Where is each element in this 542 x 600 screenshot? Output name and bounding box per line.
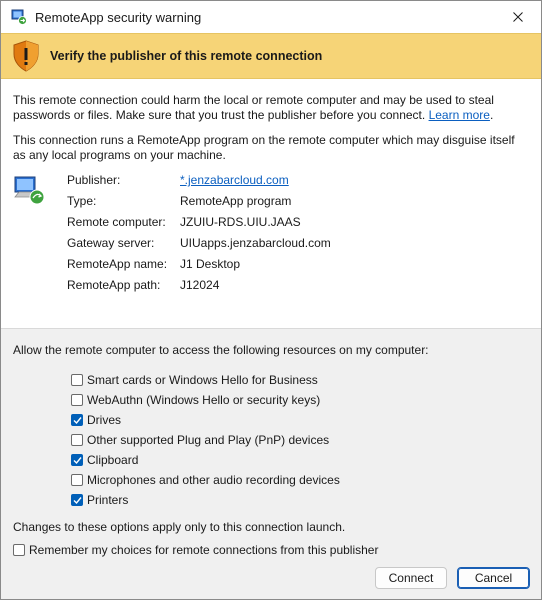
checkbox-label: Microphones and other audio recording de…: [87, 473, 340, 487]
checkmark-icon: [73, 496, 82, 504]
resource-checkbox-microphones[interactable]: Microphones and other audio recording de…: [71, 470, 529, 490]
publisher-link[interactable]: *.jenzabarcloud.com: [180, 173, 289, 189]
checkbox[interactable]: [71, 414, 83, 426]
detail-value: RemoteApp program: [180, 194, 292, 208]
checkmark-icon: [73, 416, 82, 424]
detail-value: J1 Desktop: [180, 257, 241, 271]
detail-row-app-name: RemoteApp name: J1 Desktop: [67, 257, 240, 273]
warning-shield-icon: [13, 40, 39, 72]
window-title: RemoteApp security warning: [35, 9, 202, 25]
remote-computer-icon: [14, 176, 45, 205]
checkbox[interactable]: [71, 474, 83, 486]
remoteapp-note: This connection runs a RemoteApp program…: [13, 133, 515, 162]
close-button[interactable]: [495, 1, 541, 33]
options-note: Changes to these options apply only to t…: [13, 520, 346, 534]
resource-checkbox-clipboard[interactable]: Clipboard: [71, 450, 529, 470]
checkbox[interactable]: [71, 494, 83, 506]
detail-row-remote-computer: Remote computer: JZUIU-RDS.UIU.JAAS: [67, 215, 301, 231]
detail-row-publisher: Publisher: *.jenzabarcloud.com: [67, 173, 289, 189]
resources-section: Allow the remote computer to access the …: [1, 329, 541, 560]
checkbox[interactable]: [71, 394, 83, 406]
title-bar: RemoteApp security warning: [1, 1, 541, 33]
intro-text: This remote connection could harm the lo…: [13, 93, 529, 123]
remoteapp-icon: [11, 9, 27, 25]
intro-message: This remote connection could harm the lo…: [13, 93, 494, 122]
detail-value: JZUIU-RDS.UIU.JAAS: [180, 215, 301, 229]
details-panel: This remote connection could harm the lo…: [1, 79, 541, 328]
banner-heading: Verify the publisher of this remote conn…: [50, 49, 323, 63]
checkbox[interactable]: [13, 544, 25, 556]
connection-details: Publisher: *.jenzabarcloud.com Type: Rem…: [13, 173, 529, 303]
detail-row-type: Type: RemoteApp program: [67, 194, 291, 210]
detail-label: Type:: [67, 194, 97, 208]
checkbox[interactable]: [71, 434, 83, 446]
detail-label: RemoteApp path:: [67, 278, 161, 292]
detail-row-app-path: RemoteApp path: J12024: [67, 278, 219, 294]
resource-checkbox-pnp[interactable]: Other supported Plug and Play (PnP) devi…: [71, 430, 529, 450]
checkbox-label: WebAuthn (Windows Hello or security keys…: [87, 393, 321, 407]
checkbox-label: Printers: [87, 493, 129, 507]
detail-row-gateway: Gateway server: UIUapps.jenzabarcloud.co…: [67, 236, 331, 252]
detail-label: RemoteApp name:: [67, 257, 168, 271]
checkbox-label: Other supported Plug and Play (PnP) devi…: [87, 433, 330, 447]
remember-choices-checkbox[interactable]: Remember my choices for remote connectio…: [13, 540, 529, 560]
checkbox-label: Clipboard: [87, 453, 139, 467]
warning-banner: Verify the publisher of this remote conn…: [1, 33, 541, 79]
detail-label: Remote computer:: [67, 215, 166, 229]
connect-button[interactable]: Connect: [375, 567, 447, 589]
cancel-button[interactable]: Cancel: [457, 567, 530, 589]
resource-checkbox-drives[interactable]: Drives: [71, 410, 529, 430]
checkbox-label: Smart cards or Windows Hello for Busines…: [87, 373, 318, 387]
detail-value: J12024: [180, 278, 220, 292]
detail-label: Gateway server:: [67, 236, 155, 250]
detail-value: UIUapps.jenzabarcloud.com: [180, 236, 331, 250]
close-icon: [513, 12, 523, 22]
remoteapp-security-dialog: RemoteApp security warning Verify the pu…: [0, 0, 542, 600]
resource-checkbox-printers[interactable]: Printers: [71, 490, 529, 510]
resource-checkbox-webauthn[interactable]: WebAuthn (Windows Hello or security keys…: [71, 390, 529, 410]
resource-checkbox-smart-cards[interactable]: Smart cards or Windows Hello for Busines…: [71, 370, 529, 390]
checkbox-label: Remember my choices for remote connectio…: [29, 543, 379, 557]
checkbox[interactable]: [71, 454, 83, 466]
checkbox[interactable]: [71, 374, 83, 386]
learn-more-link[interactable]: Learn more: [429, 108, 490, 122]
intro-trail: .: [489, 108, 494, 122]
detail-label: Publisher:: [67, 173, 121, 187]
checkmark-icon: [73, 456, 82, 464]
resources-heading: Allow the remote computer to access the …: [13, 343, 429, 357]
checkbox-label: Drives: [87, 413, 122, 427]
